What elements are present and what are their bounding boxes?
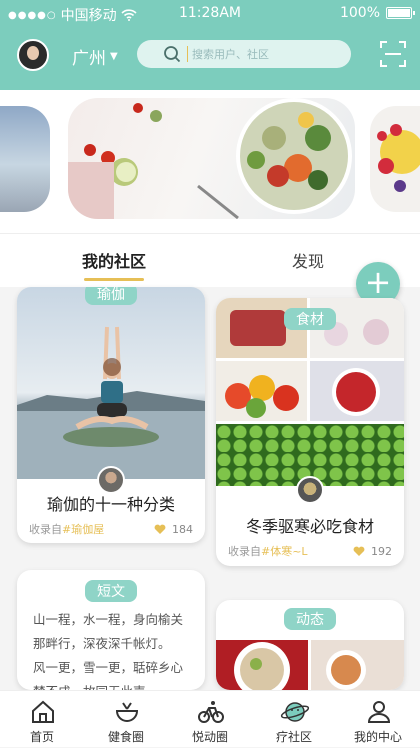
city-selector[interactable]: 广州 ▼ xyxy=(72,44,118,69)
card-tag: 动态 xyxy=(284,608,336,630)
scan-icon[interactable] xyxy=(380,41,406,67)
post-card-ingredients[interactable]: 食材 冬季驱寒必吃食材 收录自#体寒~L 192 xyxy=(216,298,404,566)
post-card-essay[interactable]: 短文 山一程，水一程，身向榆关 那畔行，深夜深千帐灯。 风一更，雪一更，聒碎乡心… xyxy=(17,570,205,690)
card-title: 瑜伽的十一种分类 xyxy=(46,495,175,514)
search-placeholder: 搜索用户、社区 xyxy=(192,48,269,61)
city-label: 广州 xyxy=(72,49,106,69)
bottom-nav: 首页 健食圈 悦动圈 疗社区 我的中心 xyxy=(0,690,420,747)
author-avatar[interactable] xyxy=(296,476,324,504)
search-cursor xyxy=(187,46,188,62)
yoga-photo xyxy=(17,287,205,479)
card-source[interactable]: 收录自#瑜伽屋 xyxy=(29,521,104,537)
status-bar: ●●●●○ 中国移动 11:28AM 100% xyxy=(0,0,420,26)
tab-my-community[interactable]: 我的社区 xyxy=(82,248,146,281)
home-icon xyxy=(32,700,54,723)
planet-icon xyxy=(280,702,310,722)
user-icon xyxy=(367,701,391,723)
nav-community[interactable]: 疗社区 xyxy=(252,691,336,748)
triangle-down-icon: ▼ xyxy=(110,51,118,62)
search-icon xyxy=(164,46,181,63)
fruit-photo xyxy=(377,124,420,192)
salad-photo xyxy=(68,98,352,219)
card-title: 冬季驱寒必吃食材 xyxy=(245,517,374,536)
moments-photo xyxy=(216,640,404,690)
battery-icon xyxy=(386,7,415,19)
battery-status: 100% xyxy=(339,5,415,21)
food-bowl-icon xyxy=(115,702,139,722)
tab-discover[interactable]: 发现 xyxy=(292,248,324,272)
bicycle-icon xyxy=(198,701,224,723)
search-bar[interactable]: 搜索用户、社区 xyxy=(137,40,351,68)
top-header: 广州 ▼ 搜索用户、社区 xyxy=(0,26,420,90)
battery-percent: 100% xyxy=(339,5,380,21)
card-tag: 瑜伽 xyxy=(85,287,137,305)
heart-icon xyxy=(154,524,166,534)
banner-prev-image[interactable] xyxy=(0,106,50,212)
like-count[interactable]: 184 xyxy=(154,523,193,536)
banner-carousel[interactable] xyxy=(0,90,420,233)
avatar[interactable] xyxy=(17,39,49,71)
essay-text: 山一程，水一程，身向榆关 那畔行，深夜深千帐灯。 风一更，雪一更，聒碎乡心 梦不… xyxy=(33,612,184,690)
card-meta: 收录自#体寒~L 192 xyxy=(228,543,392,559)
card-meta: 收录自#瑜伽屋 184 xyxy=(29,521,193,537)
nav-my-center[interactable]: 我的中心 xyxy=(336,691,420,748)
nav-sports[interactable]: 悦动圈 xyxy=(168,691,252,748)
post-card-yoga[interactable]: 瑜伽 瑜伽的十一种分类 收录自#瑜伽屋 184 xyxy=(17,287,205,543)
heart-icon xyxy=(353,546,365,556)
banner-main-image[interactable] xyxy=(68,98,355,219)
post-card-moments[interactable]: 动态 xyxy=(216,600,404,690)
like-count[interactable]: 192 xyxy=(353,545,392,558)
plus-icon: + xyxy=(364,263,392,301)
banner-next-image[interactable] xyxy=(370,106,420,212)
nav-healthy-food[interactable]: 健食圈 xyxy=(84,691,168,748)
card-tag: 食材 xyxy=(284,308,336,330)
card-source[interactable]: 收录自#体寒~L xyxy=(228,543,308,559)
author-avatar[interactable] xyxy=(97,466,125,494)
nav-home[interactable]: 首页 xyxy=(0,691,84,748)
card-tag: 短文 xyxy=(85,580,137,602)
